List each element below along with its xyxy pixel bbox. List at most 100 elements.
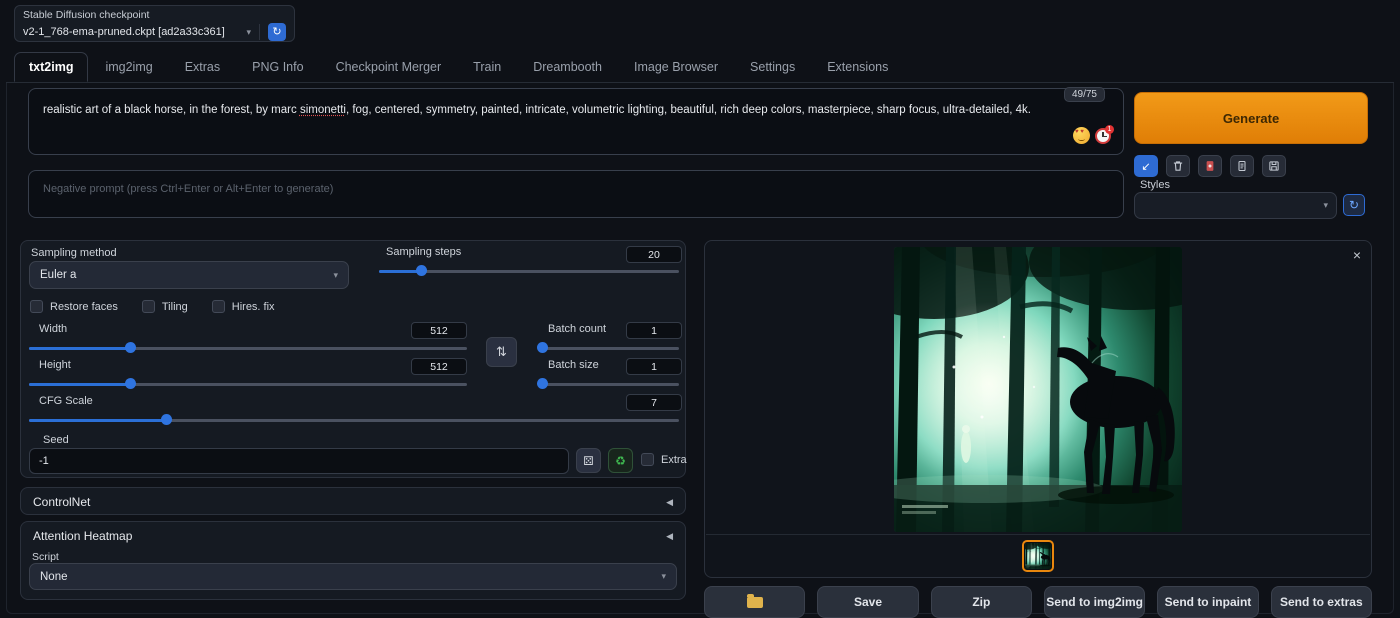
save-style-button[interactable] — [1262, 155, 1286, 177]
dice-icon: ⚄ — [583, 453, 594, 468]
send-to-img2img-button[interactable]: Send to img2img — [1043, 586, 1146, 618]
thumbnail-strip — [706, 534, 1370, 576]
save-button[interactable]: Save — [817, 586, 919, 618]
height-slider[interactable] — [29, 378, 467, 390]
reuse-seed-button[interactable]: ♻ — [608, 448, 633, 473]
zip-button[interactable]: Zip — [930, 586, 1032, 618]
tab-checkpoint-merger[interactable]: Checkpoint Merger — [321, 52, 457, 82]
clock-emoji-icon[interactable]: 1 — [1095, 124, 1114, 144]
slider-handle[interactable] — [124, 378, 136, 389]
arrow-down-left-icon: ↙ — [1141, 160, 1151, 173]
negative-prompt-input[interactable] — [29, 171, 1123, 217]
batch-count-value[interactable]: 1 — [626, 322, 682, 339]
slider-handle[interactable] — [124, 342, 136, 353]
notification-badge: 1 — [1105, 124, 1114, 134]
slider-handle[interactable] — [416, 265, 427, 276]
generated-image[interactable] — [894, 247, 1182, 532]
close-preview-button[interactable]: × — [1353, 247, 1361, 263]
slider-handle[interactable] — [537, 342, 549, 353]
negative-prompt-panel — [28, 170, 1124, 218]
save-icon — [1269, 161, 1279, 171]
checkpoint-dropdown[interactable]: v2-1_768-ema-pruned.ckpt [ad2a33c361] — [23, 26, 238, 38]
checkbox-box — [30, 300, 43, 313]
seed-input[interactable]: -1 — [29, 448, 569, 474]
prompt-misspelled-word: simonetti — [299, 104, 346, 116]
prompt-tools: ↙ — [1134, 155, 1286, 177]
token-counter: 49/75 — [1063, 87, 1105, 102]
prompt-text-before: realistic art of a black horse, in the f… — [43, 104, 300, 116]
sampling-steps-slider[interactable] — [379, 265, 679, 277]
extra-seed-checkbox[interactable]: Extra — [641, 453, 687, 466]
width-slider[interactable] — [29, 342, 467, 354]
controlnet-title: ControlNet — [33, 495, 91, 509]
styles-label: Styles — [1140, 179, 1170, 191]
tab-img2img[interactable]: img2img — [90, 52, 167, 82]
refresh-styles-button[interactable]: ↻ — [1343, 194, 1365, 216]
extra-networks-button[interactable] — [1198, 155, 1222, 177]
hires-fix-checkbox[interactable]: Hires. fix — [211, 300, 275, 313]
output-gallery-panel: × — [704, 240, 1372, 578]
clear-prompt-button[interactable] — [1166, 155, 1190, 177]
batch-count-slider[interactable] — [537, 342, 679, 354]
slider-handle[interactable] — [160, 414, 172, 425]
sampling-steps-label: Sampling steps — [386, 246, 462, 258]
batch-size-value[interactable]: 1 — [626, 358, 682, 375]
chevron-down-icon: ▾ — [246, 26, 251, 37]
heart-eyes-emoji-icon[interactable] — [1073, 127, 1090, 144]
batch-count-label: Batch count — [548, 323, 607, 335]
sampling-steps-value[interactable]: 20 — [626, 246, 682, 263]
refresh-checkpoint-button[interactable]: ↻ — [268, 23, 286, 41]
stable-diffusion-webui: Stable Diffusion checkpoint v2-1_768-ema… — [0, 0, 1400, 618]
generate-button[interactable]: Generate — [1134, 92, 1368, 144]
tab-dreambooth[interactable]: Dreambooth — [518, 52, 617, 82]
seed-label: Seed — [43, 434, 69, 446]
height-value[interactable]: 512 — [411, 358, 467, 375]
attention-heatmap-title: Attention Heatmap — [33, 529, 133, 543]
tab-train[interactable]: Train — [458, 52, 516, 82]
slider-handle[interactable] — [537, 378, 549, 389]
prompt-input[interactable]: realistic art of a black horse, in the f… — [29, 89, 1123, 132]
script-dropdown[interactable]: None ▾ — [29, 563, 677, 590]
tab-extras[interactable]: Extras — [170, 52, 235, 82]
send-to-inpaint-button[interactable]: Send to inpaint — [1157, 586, 1259, 618]
batch-size-label: Batch size — [548, 359, 599, 371]
read-params-button[interactable]: ↙ — [1134, 155, 1158, 177]
sampling-method-value: Euler a — [40, 269, 77, 281]
collapse-arrow-icon: ◀ — [666, 496, 673, 507]
tab-extensions[interactable]: Extensions — [812, 52, 903, 82]
card-icon — [1206, 161, 1214, 171]
open-folder-button[interactable] — [704, 586, 806, 618]
tiling-checkbox[interactable]: Tiling — [141, 300, 188, 313]
checkbox-box — [641, 453, 654, 466]
tab-txt2img[interactable]: txt2img — [14, 52, 89, 82]
options-row: Restore faces Tiling Hires. fix — [30, 300, 275, 313]
controlnet-accordion-header[interactable]: ControlNet ◀ — [21, 488, 685, 516]
gallery-thumbnail-selected[interactable] — [1022, 539, 1054, 572]
random-seed-button[interactable]: ⚄ — [576, 448, 601, 473]
tab-settings[interactable]: Settings — [735, 52, 810, 82]
script-label: Script — [32, 551, 59, 563]
script-value: None — [40, 570, 68, 583]
folder-icon — [746, 593, 763, 608]
trash-icon — [1173, 161, 1183, 171]
apply-styles-button[interactable] — [1230, 155, 1254, 177]
txt2img-settings-panel: Sampling method Euler a ▾ Sampling steps… — [20, 240, 687, 478]
clipboard-icon — [1238, 160, 1246, 172]
cfg-scale-slider[interactable] — [29, 414, 679, 426]
width-value[interactable]: 512 — [411, 322, 467, 339]
tab-png-info[interactable]: PNG Info — [237, 52, 318, 82]
swap-icon: ⇅ — [496, 344, 507, 359]
sampling-method-dropdown[interactable]: Euler a ▾ — [29, 261, 349, 289]
width-label: Width — [39, 323, 68, 335]
cfg-scale-value[interactable]: 7 — [626, 394, 682, 411]
collapse-arrow-icon: ◀ — [666, 530, 673, 541]
restore-faces-checkbox[interactable]: Restore faces — [30, 300, 118, 313]
tab-image-browser[interactable]: Image Browser — [619, 52, 733, 82]
height-label: Height — [39, 359, 71, 371]
gallery-actions: Save Zip Send to img2img Send to inpaint… — [704, 586, 1372, 618]
styles-dropdown[interactable]: ▾ — [1134, 192, 1337, 219]
batch-size-slider[interactable] — [537, 378, 679, 390]
swap-width-height-button[interactable]: ⇅ — [486, 337, 517, 367]
attention-heatmap-accordion-header[interactable]: Attention Heatmap ◀ — [21, 522, 685, 546]
send-to-extras-button[interactable]: Send to extras — [1270, 586, 1372, 618]
